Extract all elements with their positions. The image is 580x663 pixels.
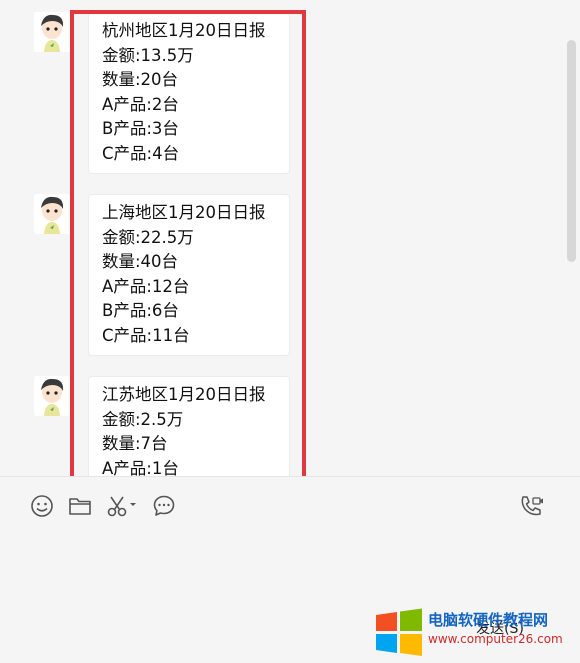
avatar[interactable]: [34, 12, 70, 52]
message-line: A产品:12台: [102, 276, 190, 296]
watermark: 电脑软硬件教程网 www.computer26.com: [372, 605, 580, 661]
message-line: 金额:13.5万: [102, 45, 194, 65]
chevron-down-icon: [130, 503, 136, 506]
message-bubble[interactable]: 上海地区1月20日日报 金额:22.5万 数量:40台 A产品:12台 B产品:…: [88, 194, 290, 356]
watermark-url: www.computer26.com: [428, 632, 563, 646]
video-call-icon[interactable]: [519, 494, 545, 518]
message-line: B产品:6台: [102, 301, 179, 321]
emoji-icon[interactable]: [30, 494, 54, 518]
avatar[interactable]: [34, 376, 70, 416]
message-line: C产品:11台: [102, 325, 190, 345]
chat-history-icon[interactable]: [152, 494, 176, 518]
chat-message-list[interactable]: 杭州地区1月20日日报 金额:13.5万 数量:20台 A产品:2台 B产品:3…: [0, 0, 580, 478]
message-line: A产品:2台: [102, 94, 179, 114]
message-line: 数量:40台: [102, 252, 179, 272]
message-line: 江苏地区1月20日日报: [102, 385, 266, 404]
message-line: C产品:4台: [102, 143, 180, 163]
avatar[interactable]: [34, 194, 70, 234]
message-bubble[interactable]: 江苏地区1月20日日报 金额:2.5万 数量:7台 A产品:1台: [88, 376, 290, 478]
scrollbar-thumb[interactable]: [567, 40, 576, 262]
message-line: 金额:22.5万: [102, 227, 194, 247]
windows-logo-icon: [376, 608, 422, 656]
message-line: 上海地区1月20日日报: [102, 203, 266, 222]
message-line: 数量:20台: [102, 70, 179, 90]
message-line: 杭州地区1月20日日报: [102, 21, 266, 40]
message-line: B产品:3台: [102, 119, 179, 139]
folder-icon[interactable]: [68, 494, 92, 518]
scissors-icon[interactable]: [106, 494, 140, 518]
message-line: A产品:1台: [102, 458, 179, 478]
watermark-title: 电脑软硬件教程网: [428, 611, 549, 629]
message-line: 数量:7台: [102, 434, 168, 454]
message-bubble[interactable]: 杭州地区1月20日日报 金额:13.5万 数量:20台 A产品:2台 B产品:3…: [88, 12, 290, 174]
message-line: 金额:2.5万: [102, 409, 184, 429]
